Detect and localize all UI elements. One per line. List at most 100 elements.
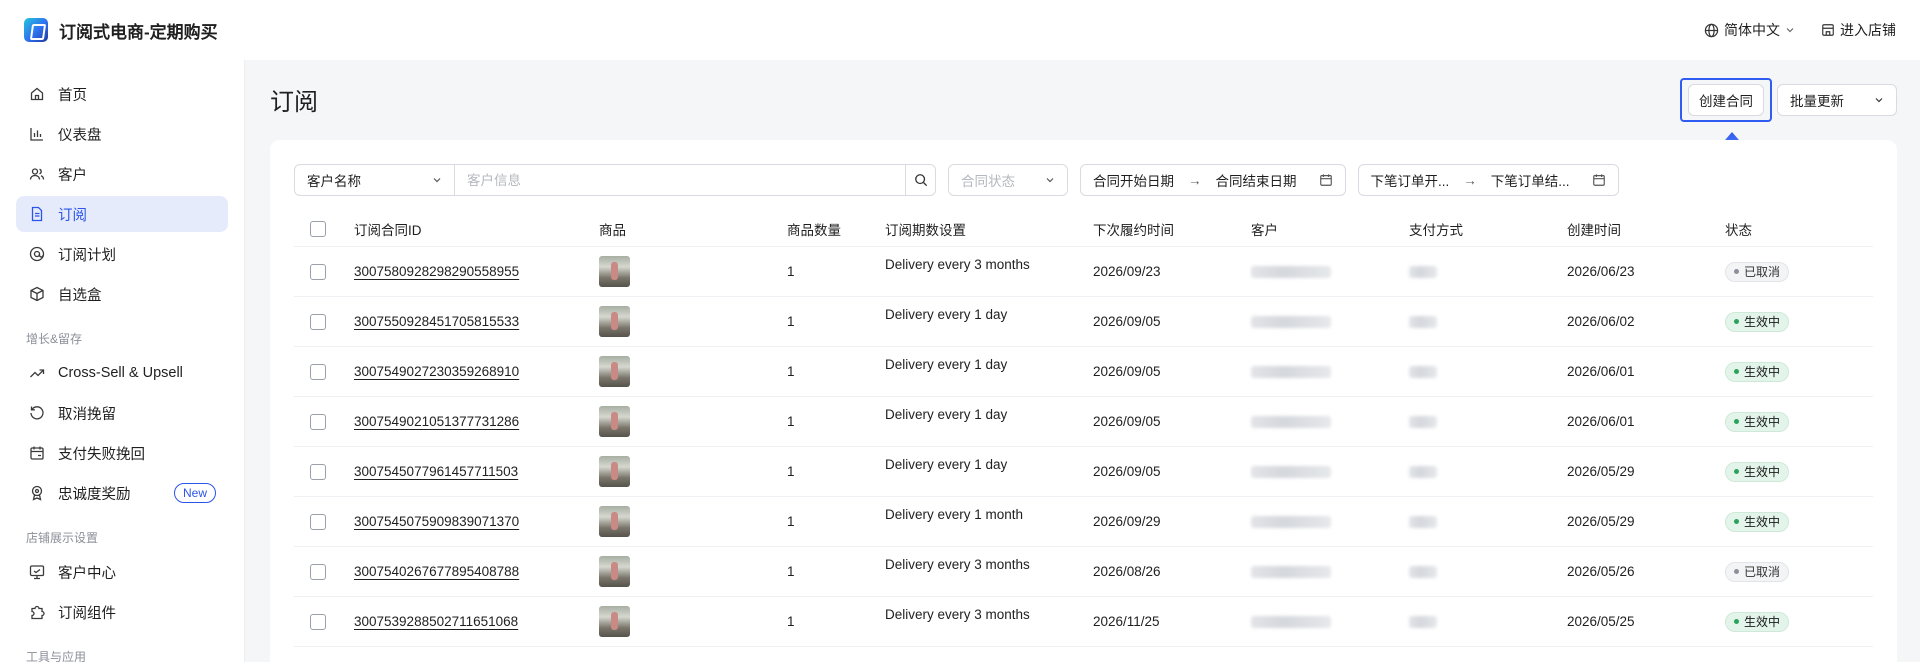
column-header[interactable]: 订阅期数设置 [885, 219, 1093, 239]
row-checkbox[interactable] [310, 463, 326, 480]
row-checkbox[interactable] [310, 313, 326, 330]
cadence-cell: Delivery every 1 day [885, 357, 1008, 372]
cadence-cell: Delivery every 3 months [885, 607, 1030, 622]
column-header[interactable]: 创建时间 [1567, 219, 1725, 239]
column-header[interactable]: 下次履约时间 [1093, 219, 1251, 239]
sidebar-item-widget[interactable]: 订阅组件 [16, 594, 228, 630]
sidebar-item-box[interactable]: 自选盒 [16, 276, 228, 312]
payment-redacted [1409, 365, 1437, 378]
contract-date-range[interactable]: 合同开始日期 → 合同结束日期 [1080, 164, 1346, 196]
next-fulfillment-cell: 2026/09/29 [1093, 514, 1161, 529]
column-header[interactable]: 商品 [599, 219, 787, 239]
product-thumbnail[interactable] [599, 356, 630, 387]
table-row[interactable]: 3007539288502711651068 1 Delivery every 3 … [294, 597, 1873, 647]
chevron-down-icon [1785, 25, 1795, 35]
filter-bar: 客户名称 合同状态 合同开始日期 → 合同结束日期 下笔订单开... [294, 164, 1619, 196]
row-checkbox[interactable] [310, 413, 326, 430]
cadence-cell: Delivery every 1 day [885, 307, 1008, 322]
search-key-select[interactable]: 客户名称 [295, 165, 455, 195]
calendar-icon [1319, 173, 1333, 187]
contract-status-select[interactable]: 合同状态 [948, 164, 1068, 196]
row-checkbox[interactable] [310, 513, 326, 530]
column-header[interactable]: 商品数量 [787, 219, 885, 239]
row-checkbox[interactable] [310, 363, 326, 380]
quantity-cell: 1 [787, 464, 795, 479]
search-input[interactable] [455, 165, 905, 195]
cadence-cell: Delivery every 1 day [885, 457, 1008, 472]
table-row[interactable]: 3007540267677895408788 1 Delivery every 3 … [294, 547, 1873, 597]
search-icon [914, 173, 928, 187]
sidebar-item-dashboard[interactable]: 仪表盘 [16, 116, 228, 152]
sidebar-item-loyalty[interactable]: 忠诚度奖励 New [16, 475, 228, 511]
product-thumbnail[interactable] [599, 506, 630, 537]
sidebar-item-customers[interactable]: 客户 [16, 156, 228, 192]
payment-redacted [1409, 315, 1437, 328]
sidebar-item-customer-center[interactable]: 客户中心 [16, 554, 228, 590]
subscriptions-card: 客户名称 合同状态 合同开始日期 → 合同结束日期 下笔订单开... [270, 140, 1897, 662]
sidebar-item-plans[interactable]: 订阅计划 [16, 236, 228, 272]
box-icon [28, 286, 46, 302]
sidebar-group-store: 店铺展示设置 [26, 531, 99, 545]
payment-redacted [1409, 465, 1437, 478]
contract-id-link[interactable]: 3007580928298290558955 [354, 264, 519, 279]
created-time-cell: 2026/06/02 [1567, 314, 1635, 329]
sidebar-item-label: 订阅 [58, 207, 87, 224]
product-thumbnail[interactable] [599, 556, 630, 587]
table-row[interactable]: 3007580928298290558955 1 Delivery every 3 … [294, 247, 1873, 297]
table-row[interactable]: 3007545077961457711503 1 Delivery every 1 … [294, 447, 1873, 497]
next-order-date-range[interactable]: 下笔订单开... → 下笔订单结... [1357, 164, 1619, 196]
language-switcher[interactable]: 简体中文 [1704, 20, 1795, 40]
column-header[interactable]: 订阅合同ID [354, 219, 599, 239]
product-thumbnail[interactable] [599, 306, 630, 337]
contract-id-link[interactable]: 3007549027230359268910 [354, 364, 519, 379]
range-arrow: → [1188, 172, 1202, 188]
product-thumbnail[interactable] [599, 606, 630, 637]
payment-redacted [1409, 615, 1437, 628]
highlight-box [1680, 78, 1772, 122]
contract-id-link[interactable]: 3007549021051377731286 [354, 414, 519, 429]
contract-id-link[interactable]: 3007550928451705815533 [354, 314, 519, 329]
status-badge: 已取消 [1725, 561, 1790, 582]
search-key-label: 客户名称 [307, 174, 361, 189]
table-row[interactable]: 3007549027230359268910 1 Delivery every 1 … [294, 347, 1873, 397]
select-all-checkbox[interactable] [310, 221, 326, 237]
quantity-cell: 1 [787, 364, 795, 379]
next-order-start-label: 下笔订单开... [1370, 174, 1450, 189]
sidebar-item-label: Cross-Sell & Upsell [58, 365, 183, 381]
home-icon [28, 86, 46, 102]
column-header[interactable]: 支付方式 [1409, 219, 1567, 239]
customer-redacted [1251, 265, 1331, 278]
quantity-cell: 1 [787, 564, 795, 579]
contract-id-link[interactable]: 3007539288502711651068 [354, 614, 518, 629]
product-thumbnail[interactable] [599, 456, 630, 487]
row-checkbox[interactable] [310, 263, 326, 280]
status-badge: 生效中 [1725, 611, 1790, 632]
sidebar-item-home[interactable]: 首页 [16, 76, 228, 112]
column-header[interactable]: 客户 [1251, 219, 1409, 239]
product-thumbnail[interactable] [599, 406, 630, 437]
row-checkbox[interactable] [310, 563, 326, 580]
sidebar-item-label: 仪表盘 [58, 127, 102, 144]
quantity-cell: 1 [787, 514, 795, 529]
contract-id-link[interactable]: 3007545077961457711503 [354, 464, 518, 479]
contract-id-link[interactable]: 3007545075909839071370 [354, 514, 519, 529]
calendar-icon [1592, 173, 1606, 187]
sidebar-item-payment-recovery[interactable]: 支付失败挽回 [16, 435, 228, 471]
status-dot [1734, 469, 1739, 474]
cadence-cell: Delivery every 3 months [885, 557, 1030, 572]
table-row[interactable]: 3007545075909839071370 1 Delivery every 1 … [294, 497, 1873, 547]
table-row[interactable]: 3007550928451705815533 1 Delivery every 1 … [294, 297, 1873, 347]
table-row[interactable]: 3007549021051377731286 1 Delivery every 1 … [294, 397, 1873, 447]
enter-store-link[interactable]: 进入店铺 [1821, 20, 1896, 40]
sidebar-item-subscriptions[interactable]: 订阅 [16, 196, 228, 232]
payment-redacted [1409, 515, 1437, 528]
status-badge: 已取消 [1725, 261, 1790, 282]
sidebar-item-cancel-retention[interactable]: 取消挽留 [16, 395, 228, 431]
bulk-update-button[interactable]: 批量更新 [1777, 84, 1897, 116]
contract-id-link[interactable]: 3007540267677895408788 [354, 564, 519, 579]
row-checkbox[interactable] [310, 613, 326, 630]
sidebar-item-cross-sell[interactable]: Cross-Sell & Upsell [16, 355, 228, 391]
product-thumbnail[interactable] [599, 256, 630, 287]
column-header[interactable]: 状态 [1725, 219, 1873, 239]
search-button[interactable] [905, 165, 935, 195]
